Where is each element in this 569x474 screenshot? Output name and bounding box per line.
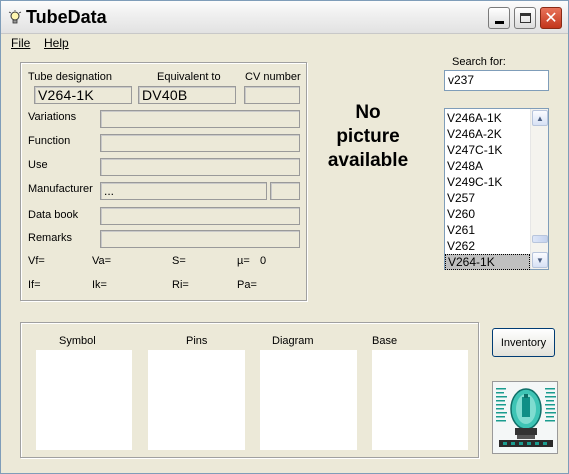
cv-number-label: CV number — [245, 71, 301, 83]
tube-list-item[interactable]: V260 — [445, 206, 530, 222]
menu-bar: File Help — [1, 34, 568, 53]
mu-value: 0 — [260, 255, 267, 267]
function-label: Function — [28, 135, 71, 147]
no-picture-line-1: No — [355, 102, 381, 123]
if-label: If= — [28, 279, 41, 291]
tube-list-item[interactable]: V257 — [445, 190, 530, 206]
tube-list-item[interactable]: V261 — [445, 222, 530, 238]
pins-label: Pins — [186, 335, 208, 347]
pins-image-panel — [148, 350, 245, 450]
s-label: S= — [172, 255, 186, 267]
variations-label: Variations — [28, 111, 77, 123]
scroll-down-button[interactable]: ▼ — [532, 252, 548, 268]
equivalent-to-field[interactable]: DV40B — [138, 86, 236, 104]
cv-number-field[interactable] — [244, 86, 300, 104]
lightbulb-icon — [8, 10, 22, 24]
vacuum-tube-logo-graphic — [493, 382, 557, 453]
scroll-up-button[interactable]: ▲ — [532, 110, 548, 126]
ik-label: Ik= — [92, 279, 107, 291]
tube-listbox[interactable]: V246A-1K V246A-2K V247C-1K V248A V249C-1K V25… — [444, 108, 549, 270]
vf-label: Vf= — [28, 255, 45, 267]
vacuum-tube-logo[interactable] — [492, 381, 558, 454]
tube-designation-label: Tube designation — [28, 71, 112, 83]
tube-list-item[interactable]: V248A — [445, 158, 530, 174]
mu-label: µ= — [237, 255, 250, 267]
tube-list-items: V246A-1K V246A-2K V247C-1K V248A V249C-1K V25… — [445, 110, 530, 270]
close-button[interactable]: ✕ — [540, 7, 562, 29]
manufacturer-field[interactable]: ... — [100, 182, 267, 200]
variations-field[interactable] — [100, 110, 300, 128]
tube-list-item[interactable]: V246A-2K — [445, 126, 530, 142]
maximize-icon — [519, 13, 531, 23]
use-field[interactable] — [100, 158, 300, 176]
close-icon: ✕ — [544, 8, 558, 27]
scroll-thumb[interactable] — [532, 235, 548, 243]
tube-list-scrollbar[interactable]: ▲ ▼ — [530, 109, 548, 269]
tube-list-item[interactable]: V249C-1K — [445, 174, 530, 190]
pa-label: Pa= — [237, 279, 257, 291]
data-book-field[interactable] — [100, 207, 300, 225]
menu-file-label: File — [11, 36, 31, 50]
inventory-button[interactable]: Inventory — [492, 328, 555, 357]
menu-help-label: Help — [44, 36, 69, 50]
tubedata-window: TubeData ✕ File Help Tube designation Eq… — [0, 0, 569, 474]
title-bar[interactable]: TubeData ✕ — [1, 1, 568, 34]
diagram-image-panel — [260, 350, 357, 450]
function-field[interactable] — [100, 134, 300, 152]
menu-help[interactable]: Help — [44, 36, 69, 50]
inventory-button-label: Inventory — [500, 336, 547, 349]
symbol-image-panel — [36, 350, 132, 450]
search-label: Search for: — [452, 56, 506, 68]
minimize-button[interactable] — [488, 7, 510, 29]
no-picture-line-3: available — [327, 150, 409, 171]
no-picture-line-2: picture — [336, 126, 400, 147]
tube-list-item[interactable]: V264-1K — [445, 254, 530, 270]
maximize-button[interactable] — [514, 7, 536, 29]
va-label: Va= — [92, 255, 112, 267]
minimize-icon — [494, 21, 504, 24]
arrow-down-icon: ▼ — [536, 255, 544, 265]
data-book-label: Data book — [28, 209, 79, 221]
tube-designation-field[interactable]: V264-1K — [34, 86, 132, 104]
remarks-label: Remarks — [28, 232, 73, 244]
diagram-label: Diagram — [272, 335, 314, 347]
use-label: Use — [28, 159, 48, 171]
search-input[interactable]: v237 — [444, 70, 549, 91]
base-image-panel — [372, 350, 468, 450]
manufacturer-code-field[interactable] — [270, 182, 300, 200]
no-picture-message: No picture available — [319, 101, 417, 173]
tube-list-item[interactable]: V246A-1K — [445, 110, 530, 126]
tube-list-item[interactable]: V262 — [445, 238, 530, 254]
manufacturer-label: Manufacturer — [28, 183, 93, 195]
equivalent-to-label: Equivalent to — [157, 71, 221, 83]
ri-label: Ri= — [172, 279, 189, 291]
symbol-label: Symbol — [59, 335, 96, 347]
menu-file[interactable]: File — [11, 36, 30, 50]
arrow-up-icon: ▲ — [536, 113, 544, 123]
tube-list-item[interactable]: V247C-1K — [445, 142, 530, 158]
base-label: Base — [372, 335, 398, 347]
window-title: TubeData — [26, 7, 107, 27]
remarks-field[interactable] — [100, 230, 300, 248]
